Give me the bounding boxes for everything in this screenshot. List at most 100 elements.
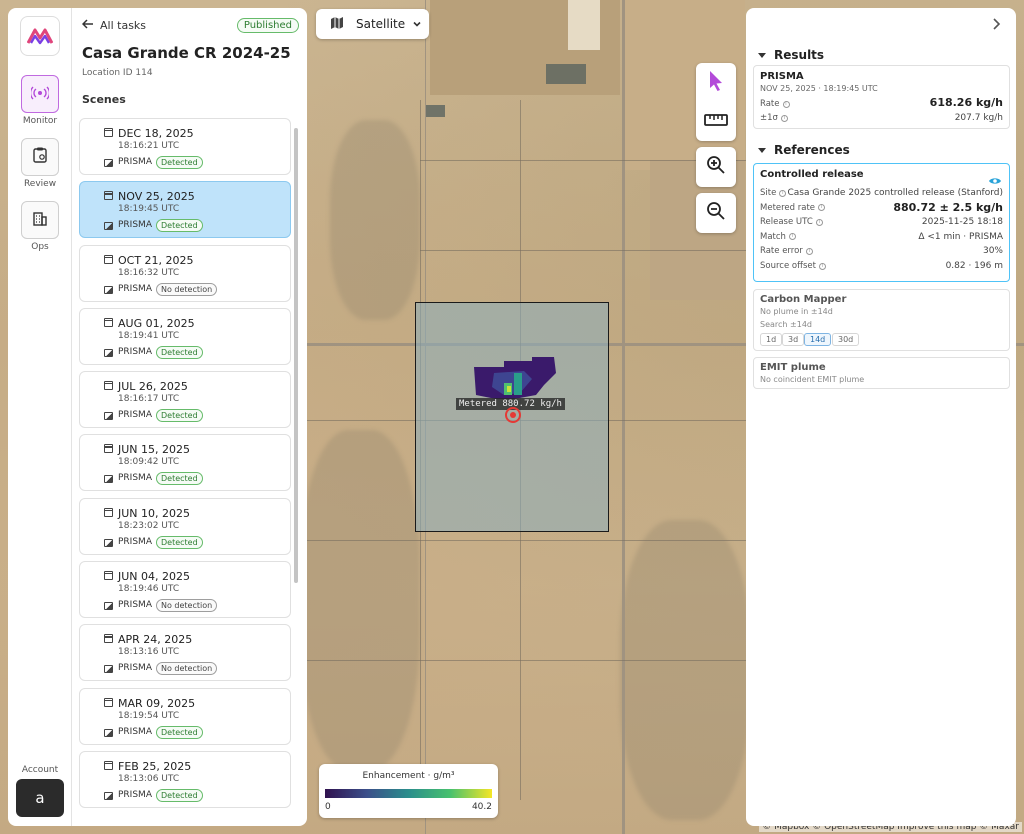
ruler-icon — [704, 112, 728, 131]
scene-time: 18:16:21 UTC — [118, 141, 180, 151]
location-id: Location ID 114 — [82, 68, 153, 78]
scene-card[interactable]: JUN 04, 2025 18:19:46 UTC PRISMA No detecti… — [79, 561, 291, 619]
nav-monitor-button[interactable] — [21, 75, 59, 113]
scene-card[interactable]: DEC 18, 2025 18:16:21 UTC PRISMA Detected — [79, 118, 291, 175]
emit-card[interactable]: EMIT plume No coincident EMIT plume — [753, 357, 1010, 389]
legend-min: 0 — [325, 802, 331, 812]
sigma-value: 207.7 kg/h — [954, 113, 1003, 123]
zoom-in-button[interactable] — [696, 147, 736, 187]
scene-card[interactable]: NOV 25, 2025 18:19:45 UTC PRISMA Detected — [79, 181, 291, 239]
scene-card[interactable]: JUL 26, 2025 18:16:17 UTC PRISMA Detected — [79, 371, 291, 429]
scene-card[interactable]: AUG 01, 2025 18:19:41 UTC PRISMA Detected — [79, 307, 291, 365]
parking-lot — [425, 105, 445, 117]
scene-card[interactable]: OCT 21, 2025 18:16:32 UTC PRISMA No detecti… — [79, 244, 291, 302]
select-tool-button[interactable] — [696, 63, 736, 102]
scene-time: 18:16:17 UTC — [118, 394, 180, 405]
scene-card[interactable]: APR 24, 2025 18:13:16 UTC PRISMA No detecti… — [79, 624, 291, 682]
emit-note: No coincident EMIT plume — [760, 375, 865, 384]
info-icon: i — [815, 218, 823, 226]
warehouse — [568, 0, 600, 50]
zoom-out-icon — [706, 201, 726, 225]
building-icon — [33, 211, 47, 230]
search-window-chip[interactable]: 14d — [804, 333, 832, 346]
scene-date: JUN 10, 2025 — [118, 506, 191, 520]
scene-time: 18:19:46 UTC — [118, 584, 180, 595]
scene-date: MAR 09, 2025 — [118, 696, 196, 710]
rate-value: 618.26 kg/h — [929, 96, 1003, 109]
scene-sensor: PRISMA — [118, 157, 152, 167]
nav-ops-button[interactable] — [21, 201, 59, 239]
scene-date: APR 24, 2025 — [118, 633, 193, 647]
scene-time: 18:16:32 UTC — [118, 267, 180, 278]
result-card[interactable]: PRISMA NOV 25, 2025 · 18:19:45 UTC Rate i… — [753, 65, 1010, 129]
detection-badge: No detection — [156, 599, 218, 613]
calendar-icon — [104, 444, 113, 454]
image-icon — [104, 538, 113, 547]
scene-list: DEC 18, 2025 18:16:21 UTC PRISMA Detected NO… — [79, 118, 291, 814]
status-badge: Published — [236, 18, 299, 33]
nav-review-button[interactable] — [21, 138, 59, 176]
image-icon — [104, 159, 113, 167]
carbon-mapper-card[interactable]: Carbon Mapper No plume in ±14d Search ±1… — [753, 289, 1010, 351]
legend-max: 40.2 — [471, 802, 492, 812]
measure-tool-button[interactable] — [696, 102, 736, 141]
task-panel: All tasks Published Casa Grande CR 2024-… — [72, 8, 307, 826]
info-icon: i — [779, 189, 787, 197]
map-icon — [330, 16, 344, 33]
info-icon: i — [818, 262, 826, 270]
app-logo[interactable] — [20, 16, 60, 56]
result-timestamp: NOV 25, 2025 · 18:19:45 UTC — [760, 84, 878, 93]
reference-field-value: 880.72 ± 2.5 kg/h — [893, 200, 1003, 214]
scene-time: 18:09:42 UTC — [118, 457, 180, 468]
chevron-right-icon — [988, 17, 1004, 36]
caret-down-icon — [758, 52, 766, 58]
caret-down-icon — [758, 147, 766, 153]
basemap-select[interactable]: Satellite — [316, 9, 429, 39]
image-icon — [104, 412, 113, 421]
back-label: All tasks — [100, 19, 147, 32]
search-window-chip[interactable]: 1d — [760, 333, 783, 346]
image-icon — [104, 348, 113, 357]
references-section-toggle[interactable]: References — [758, 143, 850, 157]
calendar-icon — [104, 128, 113, 137]
parking-lot — [546, 64, 586, 84]
trail — [300, 540, 750, 541]
search-window-chip[interactable]: 30d — [832, 333, 860, 346]
search-window-chip[interactable]: 3d — [782, 333, 805, 346]
reference-field-label: Match i — [760, 232, 796, 242]
dry-wash — [300, 430, 420, 770]
chevron-down-icon — [412, 18, 422, 32]
detection-badge: No detection — [156, 282, 218, 296]
select-icon — [708, 70, 724, 96]
scene-card[interactable]: MAR 09, 2025 18:19:54 UTC PRISMA Detected — [79, 687, 291, 745]
scene-time: 18:13:06 UTC — [118, 773, 180, 784]
scene-date: DEC 18, 2025 — [118, 127, 194, 140]
collapse-panel-button[interactable] — [988, 16, 1004, 32]
detection-badge: Detected — [156, 535, 203, 549]
account-label: Account — [21, 765, 59, 775]
trail — [300, 660, 750, 661]
image-icon — [104, 602, 113, 611]
scene-date: JUL 26, 2025 — [118, 380, 188, 394]
scene-sensor: PRISMA — [118, 346, 152, 357]
nav-ops-label: Ops — [31, 242, 49, 252]
scene-sensor: PRISMA — [118, 536, 152, 547]
calendar-icon — [104, 507, 113, 517]
page-title: Casa Grande CR 2024-25 — [82, 44, 291, 62]
results-section-toggle[interactable]: Results — [758, 48, 824, 62]
controlled-release-card[interactable]: Controlled release Site i Casa Grande 2025… — [753, 163, 1010, 282]
references-heading: References — [774, 143, 850, 157]
image-icon — [104, 222, 113, 231]
results-heading: Results — [774, 48, 825, 62]
source-location-marker[interactable] — [505, 407, 521, 423]
scene-card[interactable]: JUN 10, 2025 18:23:02 UTC PRISMA Detected — [79, 497, 291, 555]
results-panel: Results PRISMA NOV 25, 2025 · 18:19:45 U… — [746, 8, 1016, 826]
scene-card[interactable]: JUN 15, 2025 18:09:42 UTC PRISMA Detected — [79, 434, 291, 492]
info-icon: i — [788, 233, 796, 241]
back-to-tasks-link[interactable]: All tasks — [81, 19, 147, 32]
road — [622, 0, 625, 834]
scrollbar-thumb[interactable] — [294, 128, 298, 583]
account-button[interactable]: a — [16, 779, 64, 817]
scene-card[interactable]: FEB 25, 2025 18:13:06 UTC PRISMA Detected — [79, 750, 291, 808]
zoom-out-button[interactable] — [696, 193, 736, 233]
